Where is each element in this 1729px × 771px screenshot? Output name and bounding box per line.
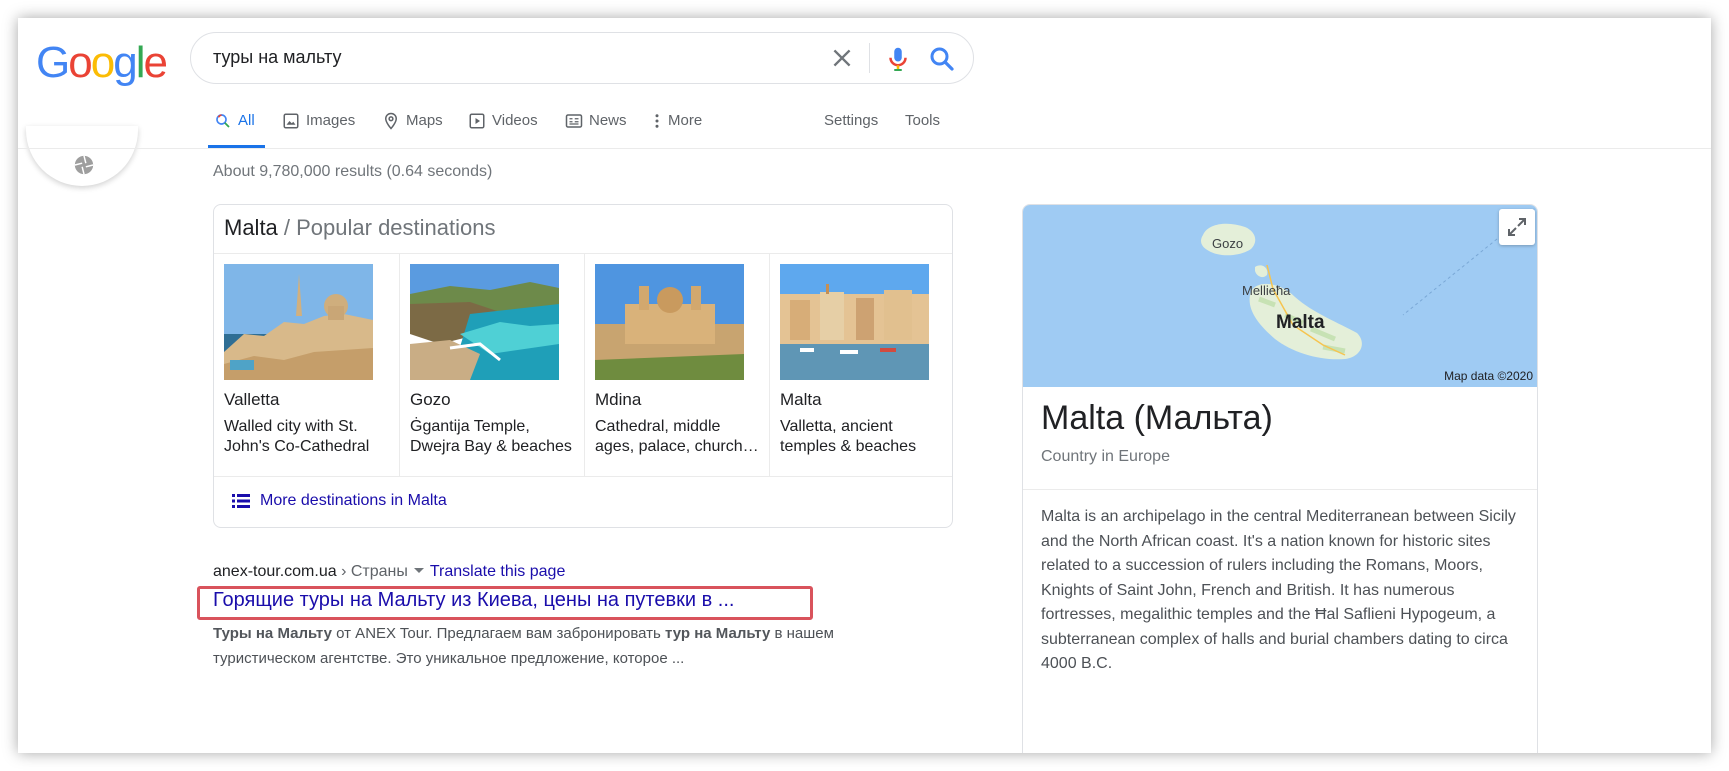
knowledge-panel: Gozo Mellieħa Malta Map data ©2020 Malta… <box>1022 204 1538 753</box>
more-vert-icon <box>655 114 659 128</box>
search-icon <box>216 114 230 128</box>
destination-item[interactable]: Mdina Cathedral, middle ages, palace, ch… <box>584 254 769 476</box>
expand-icon <box>1508 218 1526 236</box>
divider <box>214 476 952 477</box>
logo-letter: o <box>90 38 116 87</box>
destinations-title: Malta / Popular destinations <box>224 215 496 241</box>
result-url: anex-tour.com.ua › Страны Translate this … <box>213 563 565 581</box>
destinations-title-sub: / Popular destinations <box>277 215 496 240</box>
destinations-card: Malta / Popular destinations Valletta Wa… <box>213 204 953 528</box>
logo-letter: g <box>113 38 138 87</box>
tab-label: Images <box>306 112 356 129</box>
destination-description: Walled city with St. John's Co-Cathedral <box>224 418 370 455</box>
tab-videos[interactable]: Videos <box>468 108 538 148</box>
more-destinations-link[interactable]: More destinations in Malta <box>232 492 447 510</box>
map-label-gozo: Gozo <box>1212 236 1244 251</box>
destination-name: Mdina <box>595 390 642 409</box>
destination-item[interactable]: Valletta Walled city with St. John's Co-… <box>214 254 399 476</box>
list-icon <box>232 494 250 508</box>
translate-link[interactable]: Translate this page <box>430 563 565 580</box>
logo-letter: e <box>143 38 168 87</box>
destination-name: Valletta <box>224 390 280 409</box>
tab-label: Videos <box>492 112 538 129</box>
destination-name: Malta <box>780 390 822 409</box>
tab-images[interactable]: Images <box>282 108 355 148</box>
divider <box>1023 489 1537 490</box>
snippet-text: от ANEX Tour. Предлагаем вам забронирова… <box>331 625 666 642</box>
result-breadcrumb: › Страны <box>336 563 408 580</box>
side-widget[interactable] <box>26 126 138 186</box>
google-logo[interactable]: Google <box>36 38 168 88</box>
microphone-icon[interactable] <box>883 44 913 74</box>
destination-description: Valletta, ancient temples & beaches <box>780 418 917 455</box>
close-icon[interactable] <box>829 45 855 71</box>
result-snippet: Туры на Мальту от ANEX Tour. Предлагаем … <box>213 621 893 671</box>
snippet-bold: Туры на Мальту <box>213 625 332 642</box>
header-divider <box>18 148 1711 149</box>
result-title-link[interactable]: Горящие туры на Мальту из Киева, цены на… <box>213 589 734 612</box>
aperture-icon <box>74 155 94 175</box>
search-input[interactable]: туры на мальту <box>213 47 341 68</box>
destination-image <box>595 264 744 380</box>
tab-label: All <box>238 112 255 129</box>
image-icon <box>283 113 299 129</box>
knowledge-panel-subtitle: Country in Europe <box>1041 448 1170 465</box>
destination-item[interactable]: Gozo Ġgantija Temple, Dwejra Bay & beach… <box>399 254 584 476</box>
news-icon <box>565 114 583 128</box>
result-domain[interactable]: anex-tour.com.ua <box>213 563 337 580</box>
logo-letter: o <box>68 38 93 87</box>
map-credit: Map data ©2020 <box>1444 369 1533 383</box>
tab-news[interactable]: News <box>565 108 627 148</box>
tab-label: More <box>668 112 703 129</box>
destination-image <box>224 264 373 380</box>
settings-link[interactable]: Settings <box>824 108 878 148</box>
destinations-title-main[interactable]: Malta <box>224 215 278 240</box>
search-box[interactable]: туры на мальту <box>190 32 974 84</box>
tools-link[interactable]: Tools <box>905 108 940 148</box>
knowledge-panel-title: Malta (Мальта) <box>1041 399 1273 437</box>
tab-maps[interactable]: Maps <box>382 108 443 148</box>
chevron-down-icon[interactable] <box>413 568 424 574</box>
snippet-bold: тур на Мальту <box>665 625 771 642</box>
destination-image <box>410 264 559 380</box>
map-label-malta: Malta <box>1276 312 1325 333</box>
expand-map-button[interactable] <box>1499 209 1535 245</box>
map-label-mellieha: Mellieħa <box>1242 283 1291 298</box>
destination-description: Cathedral, middle ages, palace, church… <box>595 418 759 455</box>
map-pin-icon <box>384 112 398 130</box>
search-icon[interactable] <box>927 44 957 74</box>
search-divider <box>869 43 870 73</box>
knowledge-panel-description: Malta is an archipelago in the central M… <box>1041 508 1516 672</box>
destination-item[interactable]: Malta Valletta, ancient temples & beache… <box>769 254 954 476</box>
tab-more[interactable]: More <box>652 108 702 148</box>
result-stats: About 9,780,000 results (0.64 seconds) <box>213 163 493 180</box>
destination-name: Gozo <box>410 390 451 409</box>
destination-image <box>780 264 929 380</box>
logo-letter: l <box>135 38 146 87</box>
tab-label: Maps <box>406 112 443 129</box>
logo-letter: G <box>36 38 70 87</box>
browser-page: Google туры на мальту All Images Maps Vi… <box>18 18 1711 753</box>
tab-all[interactable]: All <box>208 108 265 148</box>
destination-description: Ġgantija Temple, Dwejra Bay & beaches <box>410 418 572 455</box>
map-thumbnail[interactable]: Gozo Mellieħa Malta Map data ©2020 <box>1023 205 1537 387</box>
tab-label: News <box>589 112 627 129</box>
tab-label: Tools <box>905 112 941 129</box>
more-destinations-label: More destinations in Malta <box>260 492 447 509</box>
play-icon <box>469 113 485 129</box>
tab-label: Settings <box>824 112 879 129</box>
